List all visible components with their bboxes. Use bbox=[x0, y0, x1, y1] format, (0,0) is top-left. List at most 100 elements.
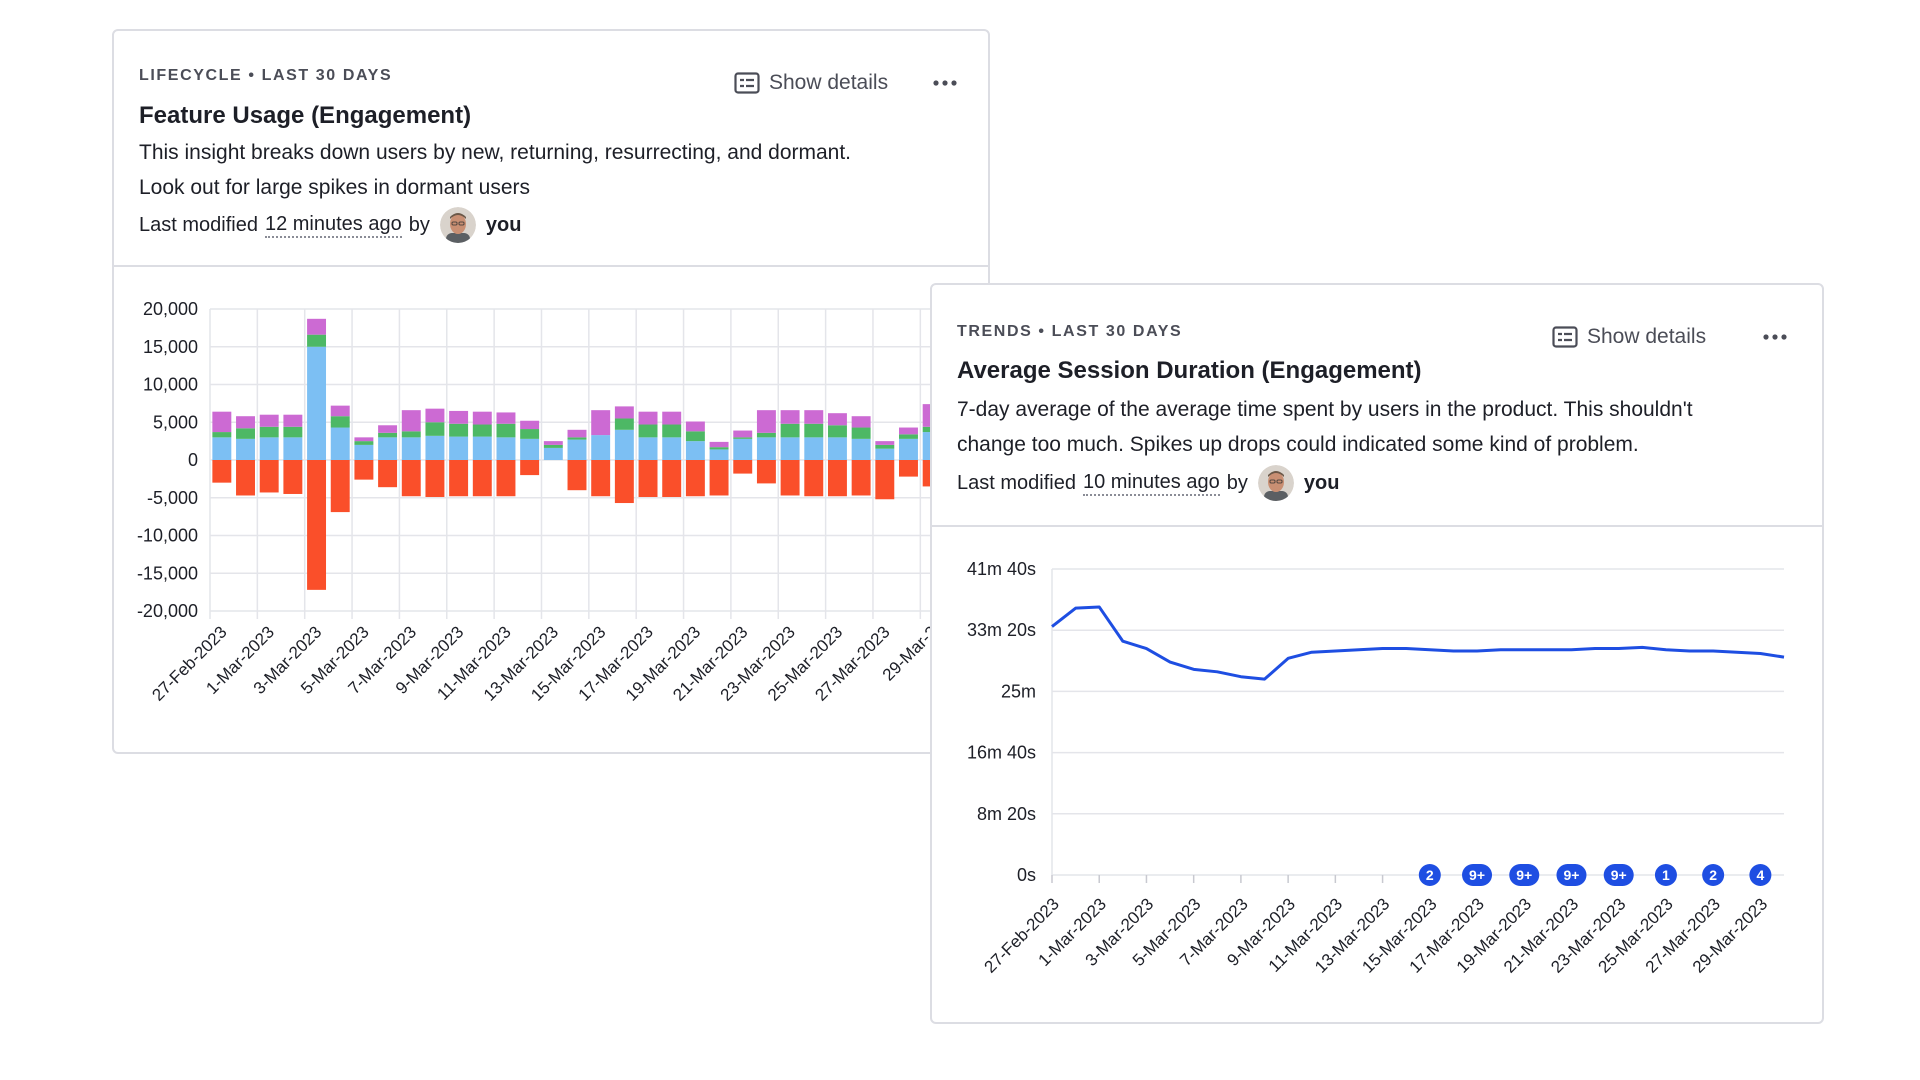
last-modified-user: you bbox=[1303, 471, 1340, 494]
bar-resurrecting bbox=[378, 425, 398, 433]
y-tick-label: 41m 40s bbox=[967, 559, 1036, 579]
bar-resurrecting bbox=[472, 411, 492, 425]
bar-returning bbox=[449, 423, 469, 437]
bar-resurrecting bbox=[520, 420, 540, 430]
bar-dormant bbox=[709, 460, 729, 496]
bar-resurrecting bbox=[756, 410, 776, 433]
bar-resurrecting bbox=[496, 412, 516, 424]
bar-dormant bbox=[827, 460, 847, 497]
y-tick-label: 0s bbox=[1017, 865, 1036, 885]
last-modified-time[interactable]: 12 minutes ago bbox=[264, 212, 402, 238]
bar-dormant bbox=[875, 460, 895, 500]
bar-new bbox=[780, 437, 800, 460]
bar-resurrecting bbox=[662, 411, 682, 425]
last-modified: Last modified 10 minutes ago by you bbox=[957, 465, 1339, 501]
insight-title[interactable]: Average Session Duration (Engagement) bbox=[957, 357, 1422, 385]
session-duration-line-chart: 41m 40s 33m 20s 25m 16m 40s 8m 20s 0s 2 9+ 9+ 9+ 9… bbox=[967, 559, 1785, 977]
ellipsis-icon bbox=[933, 80, 957, 86]
annotation-label: 1 bbox=[1662, 867, 1670, 883]
bar-new bbox=[804, 437, 824, 460]
bar-dormant bbox=[614, 460, 634, 504]
bar-resurrecting bbox=[638, 411, 658, 425]
bar-dormant bbox=[756, 460, 776, 484]
annotation-label: 2 bbox=[1709, 867, 1717, 883]
bar-returning bbox=[733, 437, 753, 439]
insight-title[interactable]: Feature Usage (Engagement) bbox=[139, 102, 471, 130]
bar-resurrecting bbox=[259, 414, 279, 427]
bar-resurrecting bbox=[733, 430, 753, 438]
bar-new bbox=[733, 438, 753, 460]
bar-new bbox=[899, 438, 918, 460]
bar-resurrecting bbox=[804, 410, 824, 424]
bar-dormant bbox=[662, 460, 682, 497]
avatar bbox=[439, 207, 476, 243]
bar-returning bbox=[283, 426, 303, 438]
bar-returning bbox=[212, 432, 232, 438]
more-options-button[interactable] bbox=[1762, 325, 1788, 354]
bar-returning bbox=[472, 424, 492, 437]
annotation-label: 2 bbox=[1426, 867, 1434, 883]
show-details-button[interactable]: Show details bbox=[734, 71, 888, 95]
y-tick-label: 16m 40s bbox=[967, 743, 1036, 763]
bar-resurrecting bbox=[212, 411, 232, 433]
bar-new bbox=[543, 447, 563, 460]
bar-returning bbox=[899, 434, 918, 439]
y-tick-label: -15,000 bbox=[137, 563, 198, 583]
show-details-button[interactable]: Show details bbox=[1552, 325, 1706, 349]
bar-new bbox=[449, 436, 469, 460]
bar-new bbox=[591, 435, 611, 460]
bar-returning bbox=[756, 432, 776, 438]
bar-returning bbox=[354, 441, 374, 445]
avatar bbox=[1257, 465, 1294, 501]
bar-dormant bbox=[401, 460, 421, 497]
bar-dormant bbox=[283, 460, 303, 494]
insight-eyebrow: LIFECYCLE • LAST 30 DAYS bbox=[139, 67, 393, 84]
bar-dormant bbox=[307, 460, 327, 590]
y-tick-label: 25m bbox=[1001, 681, 1036, 701]
more-options-button[interactable] bbox=[932, 71, 958, 100]
bar-resurrecting bbox=[685, 421, 705, 432]
bar-new bbox=[875, 448, 895, 460]
bar-dormant bbox=[851, 460, 871, 496]
bar-new bbox=[709, 449, 729, 460]
bar-returning bbox=[567, 437, 587, 440]
annotation-label: 9+ bbox=[1469, 867, 1485, 883]
bar-returning bbox=[685, 431, 705, 442]
bar-resurrecting bbox=[899, 427, 918, 435]
bar-dormant bbox=[259, 460, 279, 493]
bar-new bbox=[354, 444, 374, 460]
bar-returning bbox=[236, 428, 255, 439]
y-tick-label: 5,000 bbox=[153, 412, 198, 432]
y-tick-label: 20,000 bbox=[143, 299, 198, 319]
bar-returning bbox=[851, 427, 871, 439]
last-modified-time[interactable]: 10 minutes ago bbox=[1082, 470, 1220, 496]
bar-resurrecting bbox=[307, 318, 327, 335]
y-tick-label: -20,000 bbox=[137, 601, 198, 621]
bar-dormant bbox=[899, 460, 918, 477]
bar-returning bbox=[804, 423, 824, 438]
annotation-label: 9+ bbox=[1563, 867, 1579, 883]
bar-returning bbox=[496, 423, 516, 438]
bar-resurrecting bbox=[425, 408, 445, 423]
bar-returning bbox=[543, 444, 563, 448]
bar-dormant bbox=[638, 460, 658, 497]
insight-eyebrow: TRENDS • LAST 30 DAYS bbox=[957, 323, 1183, 340]
bar-dormant bbox=[591, 460, 611, 497]
y-tick-label: 10,000 bbox=[143, 375, 198, 395]
last-modified-by: by bbox=[1226, 471, 1248, 494]
bar-new bbox=[307, 346, 327, 460]
y-tick-label: -5,000 bbox=[147, 488, 198, 508]
annotation-label: 4 bbox=[1756, 867, 1764, 883]
bar-dormant bbox=[567, 460, 587, 491]
bar-resurrecting bbox=[330, 405, 350, 417]
description-line: This insight breaks down users by new, r… bbox=[139, 141, 852, 164]
bar-resurrecting bbox=[780, 410, 800, 424]
bar-new bbox=[520, 438, 540, 460]
bar-resurrecting bbox=[283, 414, 303, 427]
description-line: Look out for large spikes in dormant use… bbox=[139, 176, 531, 199]
show-details-label: Show details bbox=[769, 71, 889, 94]
bar-returning bbox=[401, 431, 421, 438]
bar-resurrecting bbox=[567, 429, 587, 438]
bar-dormant bbox=[685, 460, 705, 497]
bar-returning bbox=[307, 334, 327, 347]
